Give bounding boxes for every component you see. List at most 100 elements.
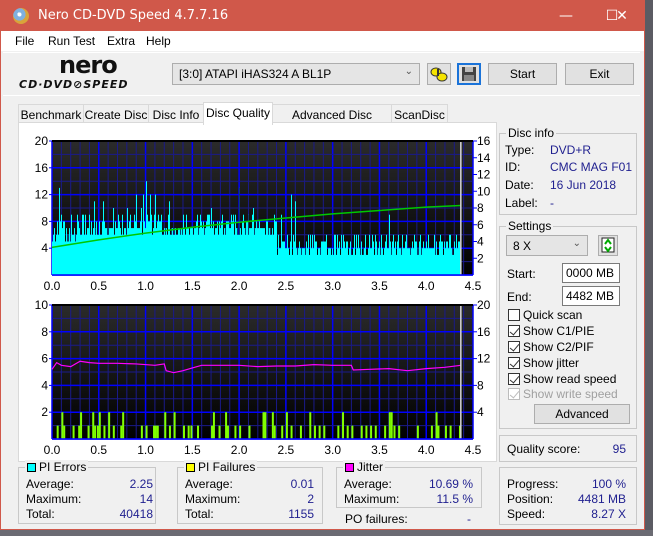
pi-error-bar: [148, 221, 149, 275]
pi-errors-total-value: 40418: [119, 507, 153, 521]
end-input[interactable]: 4482 MB: [562, 286, 620, 306]
pi-error-bar: [93, 228, 94, 275]
jitter-maximum-value: 11.5 %: [436, 492, 473, 506]
pi-error-bar: [105, 228, 106, 275]
title-bar[interactable]: Nero CD-DVD Speed 4.7.7.16 — ☐ ✕: [1, 1, 644, 31]
menu-run-test[interactable]: Run Test: [48, 34, 95, 48]
menu-extra[interactable]: Extra: [107, 34, 135, 48]
show-c2-pif-checkbox[interactable]: Show C2/PIF: [508, 340, 594, 354]
pi-error-bar: [322, 241, 323, 275]
minimize-button[interactable]: —: [543, 1, 589, 31]
pi-failures-average-label: Average:: [185, 477, 233, 491]
pi-error-bar: [202, 228, 203, 275]
show-jitter-checkbox[interactable]: Show jitter: [508, 356, 579, 370]
pi-error-bar: [347, 241, 348, 275]
drive-select[interactable]: [3:0] ATAPI iHAS324 A BL1P ⌄: [172, 63, 420, 85]
pi-error-bar: [196, 221, 197, 275]
chevron-down-icon: ⌄: [404, 66, 413, 77]
pi-error-bar: [135, 221, 136, 275]
checkbox-box[interactable]: [508, 373, 520, 385]
pi-error-bar: [388, 248, 389, 275]
pi-error-bar: [114, 234, 115, 275]
pi-error-bar-shadow: [225, 228, 226, 235]
show-c1-pie-checkbox[interactable]: Show C1/PIE: [508, 324, 594, 338]
pi-failure-bar: [96, 425, 99, 439]
pi-error-bar: [217, 221, 218, 275]
tab-create-disc[interactable]: Create Disc: [83, 104, 149, 124]
pi-failure-bar: [187, 425, 190, 439]
pi-error-bar: [56, 234, 57, 275]
close-button[interactable]: ✕: [599, 1, 645, 31]
pi-error-bar-shadow: [245, 228, 246, 235]
pi-failure-bar: [168, 425, 171, 439]
tab-advanced-disc-quality[interactable]: Advanced Disc Quality: [272, 104, 392, 136]
x-tick-label: 3.5: [371, 443, 388, 457]
pi-failure-bar: [273, 425, 276, 439]
x-tick-label: 2.0: [231, 443, 248, 457]
checkbox-box[interactable]: [508, 341, 520, 353]
pi-error-bar: [399, 248, 400, 275]
checkbox-box[interactable]: [508, 309, 520, 321]
pi-error-bar: [307, 248, 308, 275]
y-left-tick-label: 6: [41, 352, 48, 366]
pi-failure-bar: [449, 425, 452, 439]
checkbox-box[interactable]: [508, 325, 520, 337]
pi-error-bar: [379, 241, 380, 275]
pi-error-bar: [403, 248, 404, 275]
tab-disc-info[interactable]: Disc Info: [148, 104, 204, 124]
pi-error-bar: [390, 241, 391, 275]
pi-error-bar: [216, 228, 217, 275]
pi-error-bar-shadow: [452, 248, 453, 255]
pi-error-bar: [247, 221, 248, 275]
pi-failure-bar: [173, 412, 176, 439]
pi-error-bar: [456, 234, 457, 275]
pi-error-bar: [156, 228, 157, 275]
pi-error-bar: [149, 221, 150, 275]
pi-error-bar: [407, 248, 408, 275]
tab-scandisc[interactable]: ScanDisc: [391, 104, 448, 124]
pi-error-bar: [204, 228, 205, 275]
pi-error-bar: [208, 214, 209, 275]
eject-button[interactable]: [427, 63, 451, 85]
menu-help[interactable]: Help: [146, 34, 171, 48]
start-button[interactable]: Start: [488, 63, 557, 85]
checkbox-box[interactable]: [508, 357, 520, 369]
menu-file[interactable]: File: [15, 34, 34, 48]
pi-error-bar: [78, 221, 79, 275]
pi-error-bar: [168, 214, 169, 275]
tab-disc-quality[interactable]: Disc Quality: [203, 102, 273, 125]
speed-select[interactable]: 8 X ⌄: [506, 235, 588, 256]
chevron-down-icon: ⌄: [572, 238, 581, 249]
save-button[interactable]: [457, 63, 481, 85]
pi-error-bar: [119, 221, 120, 275]
pi-error-bar: [103, 201, 104, 275]
start-input[interactable]: 0000 MB: [562, 263, 620, 283]
pi-error-bar: [76, 234, 77, 275]
pi-error-bar: [450, 234, 451, 275]
show-read-speed-checkbox[interactable]: Show read speed: [508, 372, 616, 386]
pi-failure-bar: [103, 425, 106, 439]
pi-error-bar: [349, 248, 350, 275]
pi-error-bar: [353, 248, 354, 275]
pi-error-bar: [162, 234, 163, 275]
exit-button[interactable]: Exit: [565, 63, 634, 85]
y-left-tick-label: 20: [35, 134, 49, 148]
pi-error-bar: [266, 221, 267, 275]
pi-failure-bar: [351, 425, 354, 439]
tab-benchmark[interactable]: Benchmark: [18, 104, 84, 124]
advanced-button[interactable]: Advanced: [534, 404, 630, 424]
refresh-speed-button[interactable]: [598, 235, 618, 256]
quick-scan-checkbox[interactable]: Quick scan: [508, 308, 582, 322]
pi-error-bar-shadow: [363, 248, 364, 255]
pi-error-bar: [408, 248, 409, 275]
pi-error-bar: [263, 228, 264, 275]
pi-error-bar: [79, 228, 80, 275]
pi-errors-average-label: Average:: [26, 477, 74, 491]
pi-error-bar: [282, 241, 283, 275]
pi-error-bar: [384, 248, 385, 275]
pi-failure-bar: [285, 412, 288, 439]
pi-failure-bar: [140, 425, 143, 439]
pi-error-bar: [89, 214, 90, 275]
pi-error-bar: [448, 248, 449, 275]
pi-error-bar: [66, 228, 67, 275]
